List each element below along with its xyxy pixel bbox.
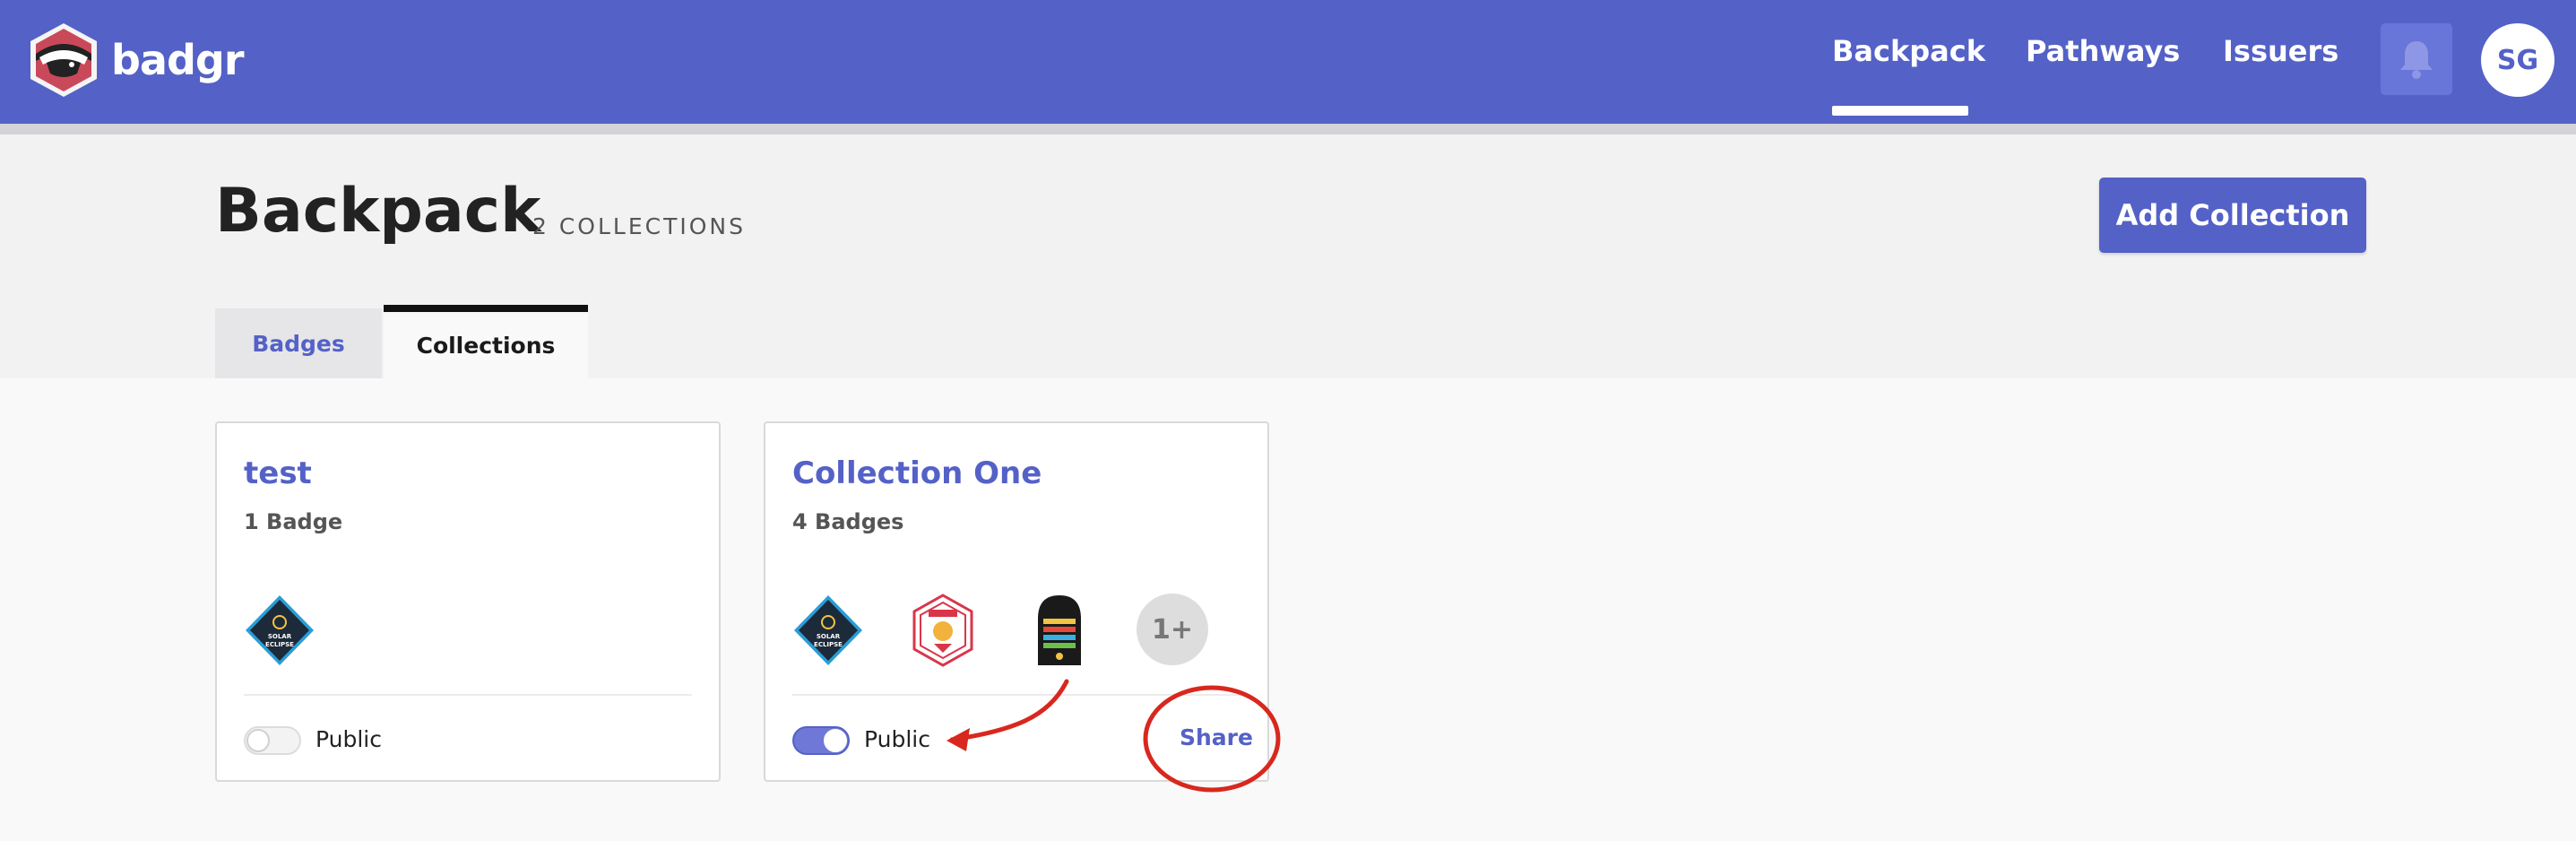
card-divider — [244, 694, 692, 696]
collection-badge-count: 1 Badge — [244, 509, 343, 534]
hexagon-red-badge-icon[interactable] — [907, 594, 979, 667]
collection-card: Collection One 4 Badges SOLAR ECLIPSE 1+… — [764, 421, 1269, 782]
share-button[interactable]: Share — [1180, 724, 1253, 750]
nav-issuers[interactable]: Issuers — [2223, 34, 2338, 88]
collection-card: test 1 Badge SOLAR ECLIPSE Public — [215, 421, 721, 782]
public-label: Public — [316, 726, 382, 752]
add-collection-button[interactable]: Add Collection — [2099, 178, 2366, 253]
collection-title[interactable]: Collection One — [792, 455, 1042, 491]
badger-logo-icon — [30, 23, 97, 97]
card-divider — [792, 694, 1240, 696]
solar-eclipse-badge-icon[interactable]: SOLAR ECLIPSE — [244, 594, 316, 667]
badgr-logo[interactable]: badgr — [27, 22, 245, 99]
public-toggle[interactable] — [792, 726, 850, 755]
header-divider — [0, 124, 2576, 134]
tab-badges[interactable]: Badges — [215, 308, 382, 378]
collections-count: 2 COLLECTIONS — [532, 213, 746, 239]
page-title: Backpack — [215, 176, 541, 247]
svg-text:SOLAR: SOLAR — [268, 633, 292, 640]
collection-title[interactable]: test — [244, 455, 312, 491]
collection-badge-count: 4 Badges — [792, 509, 904, 534]
svg-text:SOLAR: SOLAR — [817, 633, 841, 640]
public-label: Public — [864, 726, 930, 752]
logo-text: badgr — [111, 36, 245, 84]
arched-colorful-badge-icon[interactable] — [1024, 594, 1095, 667]
tab-collections[interactable]: Collections — [384, 305, 588, 378]
nav-pathways[interactable]: Pathways — [2026, 34, 2180, 88]
public-toggle[interactable] — [244, 726, 301, 755]
solar-eclipse-badge-icon[interactable]: SOLAR ECLIPSE — [792, 594, 864, 667]
notifications-button[interactable] — [2381, 23, 2452, 95]
svg-text:ECLIPSE: ECLIPSE — [814, 641, 843, 648]
toggle-knob — [824, 729, 847, 752]
svg-text:ECLIPSE: ECLIPSE — [265, 641, 294, 648]
user-avatar[interactable]: SG — [2481, 23, 2554, 97]
toggle-knob — [246, 729, 270, 752]
nav-backpack[interactable]: Backpack — [1832, 34, 1985, 88]
nav-active-indicator — [1832, 106, 1968, 116]
top-navigation-bar — [0, 0, 2576, 124]
bell-icon — [2400, 41, 2433, 79]
more-badges-indicator[interactable]: 1+ — [1137, 594, 1208, 665]
